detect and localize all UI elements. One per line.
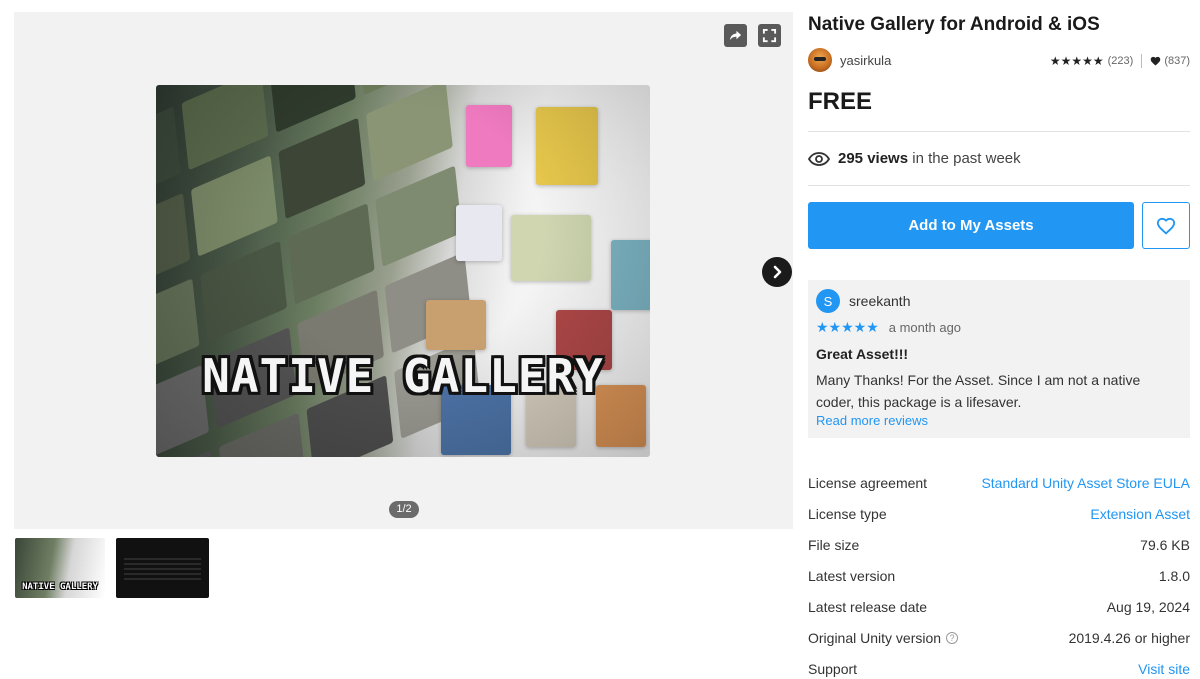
detail-row: File size 79.6 KB	[808, 529, 1190, 560]
thumbnail-strip: NATIVE GALLERY	[15, 538, 209, 598]
detail-key: Latest release date	[808, 598, 928, 615]
media-viewer: NATIVE GALLERY 1/2	[14, 12, 793, 529]
detail-row: License type Extension Asset	[808, 498, 1190, 529]
detail-row: Latest version 1.8.0	[808, 560, 1190, 591]
share-icon	[729, 30, 742, 41]
views-suffix: in the past week	[912, 150, 1021, 167]
review-card: S sreekanth ★★★★★ a month ago Great Asse…	[808, 280, 1190, 438]
next-image-button[interactable]	[762, 257, 792, 287]
favorite-button[interactable]	[1142, 202, 1190, 249]
publisher-name[interactable]: yasirkula	[840, 53, 891, 68]
publisher[interactable]: yasirkula	[808, 48, 891, 72]
thumbnail-1[interactable]: NATIVE GALLERY	[15, 538, 105, 598]
detail-row: License agreement Standard Unity Asset S…	[808, 467, 1190, 498]
asset-details: License agreement Standard Unity Asset S…	[808, 467, 1190, 679]
heart-icon	[1156, 217, 1176, 235]
hero-title-text: NATIVE GALLERY	[202, 349, 604, 403]
heart-icon	[1150, 56, 1161, 66]
detail-key: License type	[808, 505, 887, 522]
divider	[808, 131, 1190, 132]
license-agreement-link[interactable]: Standard Unity Asset Store EULA	[981, 475, 1190, 491]
help-icon[interactable]: ?	[946, 631, 959, 644]
detail-value: 2019.4.26 or higher	[1068, 629, 1190, 646]
detail-key: Original Unity version	[808, 629, 942, 646]
review-body: Many Thanks! For the Asset. Since I am n…	[816, 372, 1141, 410]
detail-row: Support Visit site	[808, 653, 1190, 679]
review-time: a month ago	[888, 320, 962, 335]
fullscreen-icon	[762, 28, 777, 43]
detail-value: 1.8.0	[1158, 567, 1190, 584]
favorites-count: (837)	[1164, 55, 1190, 67]
detail-key: Latest version	[808, 567, 896, 584]
reviewer-avatar: S	[816, 289, 840, 313]
read-more-reviews-link[interactable]: Read more reviews	[816, 413, 1182, 428]
detail-key: License agreement	[808, 474, 928, 491]
license-type-link[interactable]: Extension Asset	[1090, 506, 1190, 522]
detail-key: File size	[808, 536, 860, 553]
asset-title: Native Gallery for Android & iOS	[808, 14, 1100, 35]
views-count: 295 views	[838, 150, 909, 167]
image-pager: 1/2	[389, 501, 419, 518]
support-visit-site-link[interactable]: Visit site	[1138, 661, 1190, 677]
rating-count[interactable]: (223)	[1108, 55, 1134, 67]
detail-key: Support	[808, 660, 858, 677]
divider	[808, 185, 1190, 186]
rating-stats: ★★★★★ (223) (837)	[1050, 54, 1190, 68]
chevron-right-icon	[773, 265, 782, 279]
hero-image: NATIVE GALLERY	[156, 85, 650, 457]
detail-row: Original Unity version ? 2019.4.26 or hi…	[808, 622, 1190, 653]
thumbnail-2[interactable]	[116, 538, 209, 598]
review-title: Great Asset!!!	[816, 346, 909, 362]
detail-value: 79.6 KB	[1140, 536, 1190, 553]
publisher-avatar	[808, 48, 832, 72]
detail-key-with-help: Original Unity version ?	[808, 629, 959, 646]
thumbnail-1-text: NATIVE GALLERY	[22, 582, 98, 592]
share-button[interactable]	[724, 24, 747, 47]
fullscreen-button[interactable]	[758, 24, 781, 47]
reviewer-name: sreekanth	[849, 293, 911, 309]
review-stars: ★★★★★	[816, 319, 879, 335]
rating-stars[interactable]: ★★★★★	[1050, 54, 1104, 68]
detail-row: Latest release date Aug 19, 2024	[808, 591, 1190, 622]
add-to-my-assets-button[interactable]: Add to My Assets	[808, 202, 1134, 249]
price: FREE	[808, 88, 873, 115]
weekly-views: 295 views in the past week	[808, 150, 1021, 167]
detail-value: Aug 19, 2024	[1106, 598, 1190, 615]
eye-icon	[808, 151, 830, 166]
